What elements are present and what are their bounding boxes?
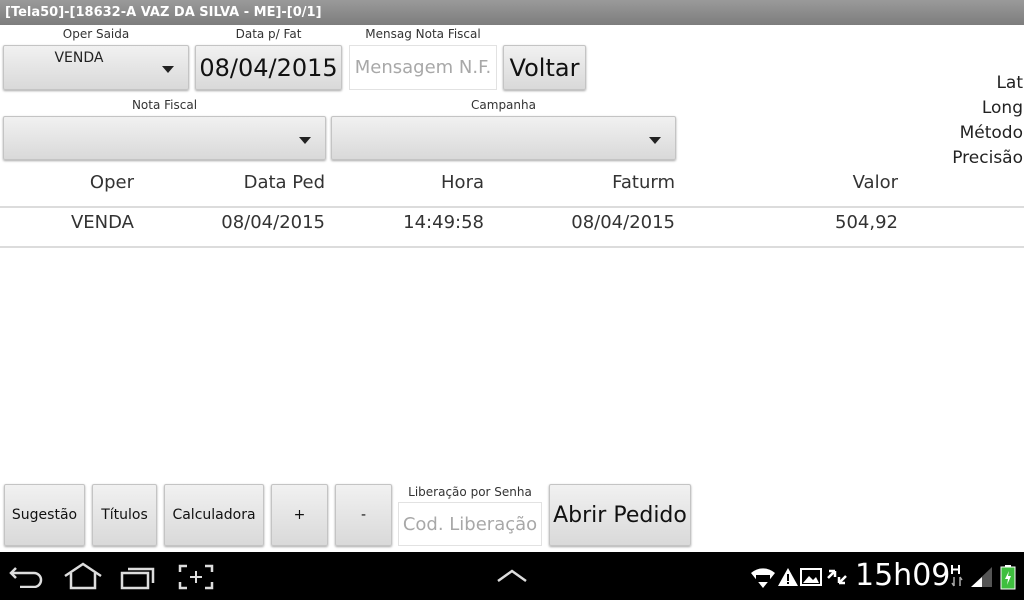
sync-icon — [827, 569, 847, 585]
titulos-button[interactable]: Títulos — [92, 484, 157, 546]
nota-fiscal-spinner[interactable] — [3, 116, 326, 160]
oper-saida-value: VENDA — [54, 50, 104, 66]
lat-label: Lat — [996, 73, 1023, 93]
hspa-icon — [951, 565, 963, 587]
cell-oper: VENDA — [70, 212, 134, 233]
plus-button[interactable]: + — [271, 484, 328, 546]
minus-button[interactable]: - — [335, 484, 392, 546]
cell-faturm: 08/04/2015 — [571, 212, 675, 233]
nota-fiscal-label: Nota Fiscal — [131, 98, 198, 112]
chevron-down-icon — [299, 137, 311, 144]
cell-valor: 504,92 — [835, 212, 898, 233]
abrir-pedido-button[interactable]: Abrir Pedido — [549, 484, 691, 546]
column-header-hora: Hora — [441, 172, 484, 193]
campanha-label: Campanha — [471, 98, 536, 112]
long-label: Long — [981, 98, 1023, 118]
sugestao-button[interactable]: Sugestão — [4, 484, 85, 546]
oper-saida-spinner[interactable]: VENDA — [3, 45, 189, 90]
oper-saida-label: Oper Saida — [62, 27, 130, 41]
mensag-label: Mensag Nota Fiscal — [365, 27, 481, 41]
voltar-button[interactable]: Voltar — [503, 45, 586, 90]
signal-icon — [971, 567, 992, 587]
table-divider — [0, 206, 1024, 208]
window-title: [Tela50]-[18632-A VAZ DA SILVA - ME]-[0/… — [0, 0, 1024, 25]
chevron-down-icon — [162, 66, 174, 73]
liberacao-label: Liberação por Senha — [408, 485, 532, 499]
recent-apps-icon[interactable] — [120, 564, 158, 590]
column-header-oper: Oper — [89, 172, 134, 193]
back-icon[interactable] — [8, 564, 46, 588]
campanha-spinner[interactable] — [331, 116, 676, 160]
calculadora-button[interactable]: Calculadora — [164, 484, 264, 546]
system-bar: 15h09 — [0, 552, 1024, 600]
column-header-data-ped: Data Ped — [243, 172, 325, 193]
column-header-valor: Valor — [852, 172, 898, 193]
mensagem-nf-input[interactable]: Mensagem N.F. — [349, 45, 497, 90]
chevron-down-icon — [649, 137, 661, 144]
up-arrow-icon[interactable] — [496, 568, 528, 584]
cell-data-ped: 08/04/2015 — [221, 212, 325, 233]
warning-icon — [778, 568, 798, 586]
image-icon — [800, 568, 822, 586]
cod-liberacao-input[interactable]: Cod. Liberação — [398, 502, 542, 546]
table-divider — [0, 246, 1024, 248]
metodo-label: Método — [959, 123, 1023, 143]
data-fat-label: Data p/ Fat — [235, 27, 302, 41]
screenshot-icon[interactable] — [178, 564, 214, 590]
home-icon[interactable] — [62, 562, 104, 590]
data-fat-button[interactable]: 08/04/2015 — [195, 45, 342, 90]
precisao-label: Precisão — [952, 148, 1023, 168]
clock: 15h09 — [855, 558, 951, 593]
battery-icon — [1000, 565, 1016, 590]
cell-hora: 14:49:58 — [403, 212, 484, 233]
wifi-icon — [751, 568, 775, 588]
column-header-faturm: Faturm — [612, 172, 675, 193]
